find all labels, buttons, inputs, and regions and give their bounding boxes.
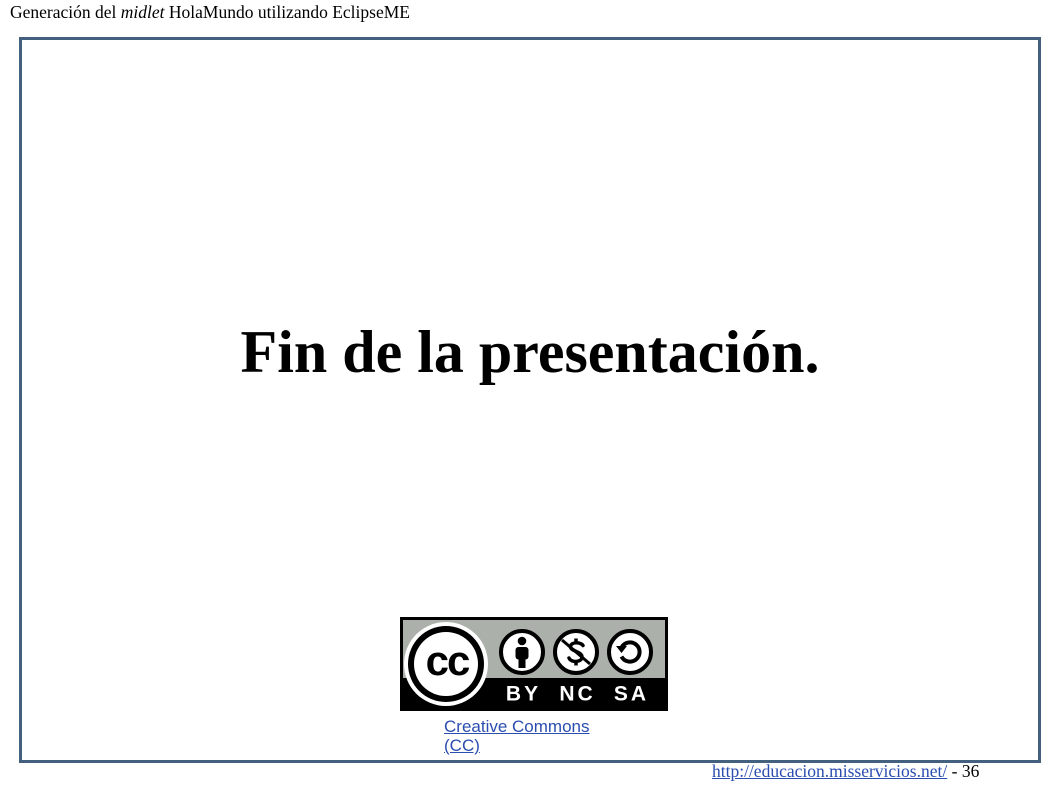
nc-dollar-icon <box>553 629 599 675</box>
slide-footer: http://educacion.misservicios.net/ - 36 <box>712 762 979 780</box>
by-icon-legs <box>518 658 526 668</box>
by-icon-body <box>515 647 529 660</box>
header-text-start: Generación del <box>10 2 121 22</box>
cc-icon: cc <box>404 622 488 706</box>
by-person-icon <box>499 629 545 675</box>
footer-url-link[interactable]: http://educacion.misservicios.net/ <box>712 761 947 781</box>
page-number: 36 <box>961 761 980 781</box>
creative-commons-link[interactable]: Creative Commons (CC) <box>444 717 594 755</box>
sa-icon-circle <box>607 629 653 675</box>
cc-icon-label: cc <box>426 637 470 684</box>
slide-header: Generación del midlet HolaMundo utilizan… <box>10 2 410 22</box>
badge-label-sa: SA <box>614 683 649 706</box>
by-icon-head <box>517 636 527 646</box>
cc-by-nc-sa-badge: cc BY NC SA <box>400 617 668 711</box>
header-text-end: HolaMundo utilizando EclipseME <box>164 2 410 22</box>
sa-share-alike-icon <box>607 629 653 675</box>
footer-separator: - <box>947 761 962 781</box>
badge-label-by: BY <box>506 683 541 706</box>
slide-title: Fin de la presentación. <box>240 319 820 385</box>
header-text-italic: midlet <box>120 2 165 22</box>
slide-page: Generación del midlet HolaMundo utilizan… <box>0 0 1058 793</box>
badge-label-nc: NC <box>559 683 595 706</box>
